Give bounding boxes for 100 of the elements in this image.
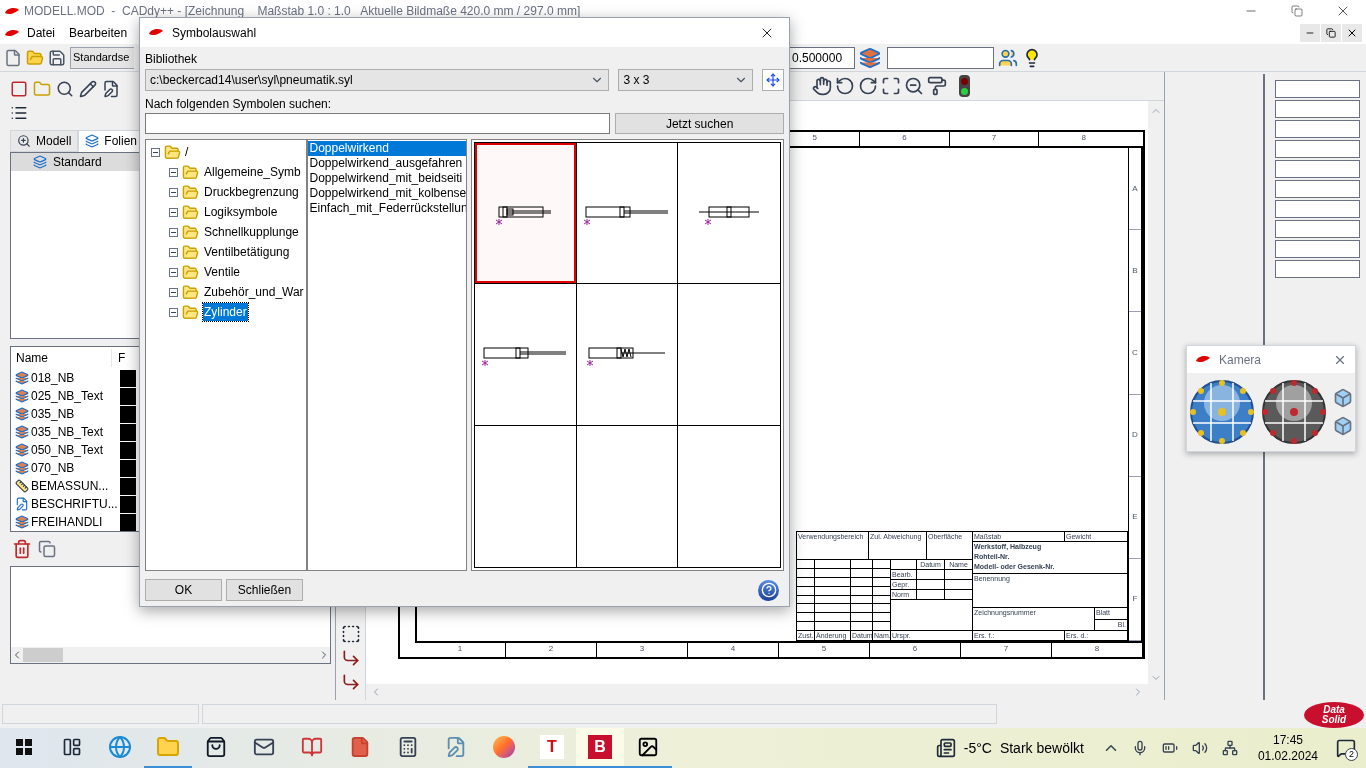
- list-icon[interactable]: [10, 104, 28, 122]
- layers-icon[interactable]: [15, 425, 29, 439]
- notifications-icon[interactable]: [1336, 738, 1356, 758]
- text-field[interactable]: [887, 46, 994, 69]
- collapse-toggle-icon[interactable]: [169, 307, 178, 317]
- property-slot[interactable]: [1275, 260, 1360, 278]
- column-header[interactable]: Name: [11, 349, 111, 367]
- property-slot[interactable]: [1275, 160, 1360, 178]
- new-file-icon[interactable]: [4, 48, 22, 67]
- tree-item[interactable]: Schnellkupplunge: [203, 223, 300, 241]
- scale-field[interactable]: 0.500000: [787, 46, 855, 69]
- property-slot[interactable]: [1275, 80, 1360, 98]
- tree-item[interactable]: Ventilbetätigung: [203, 243, 291, 261]
- layers-icon[interactable]: [15, 371, 29, 385]
- foil-name[interactable]: Standard: [53, 153, 102, 171]
- weather-text[interactable]: Stark bewölkt: [999, 737, 1084, 759]
- tree-item[interactable]: Druckbegrenzung: [203, 183, 300, 201]
- layer-name[interactable]: 050_NB_Text: [31, 441, 117, 459]
- temperature[interactable]: -5°C: [963, 737, 992, 759]
- clock-time[interactable]: 17:45: [1272, 732, 1303, 748]
- tree-item[interactable]: /: [185, 143, 189, 161]
- offset-icon[interactable]: [340, 624, 361, 644]
- layers-icon[interactable]: [15, 407, 29, 421]
- symbol-preview-cell[interactable]: [576, 284, 679, 426]
- camera-globe-icon[interactable]: [1189, 379, 1255, 445]
- symbol-preview-cell[interactable]: [474, 284, 577, 426]
- symbol-list-item[interactable]: Doppelwirkend_mit_beidseiti: [307, 171, 466, 186]
- collapse-toggle-icon[interactable]: [169, 287, 178, 297]
- collapse-toggle-icon[interactable]: [169, 187, 178, 197]
- delete-icon[interactable]: [12, 539, 32, 559]
- network-icon[interactable]: [1221, 740, 1238, 756]
- edit-icon[interactable]: [102, 80, 120, 98]
- battery-icon[interactable]: [1161, 740, 1178, 756]
- layer-name[interactable]: 025_NB_Text: [31, 387, 117, 405]
- property-slot[interactable]: [1275, 100, 1360, 118]
- layers-icon[interactable]: [15, 389, 29, 403]
- layer-color-swatch[interactable]: [120, 513, 136, 531]
- property-slot[interactable]: [1275, 220, 1360, 238]
- dialog-button[interactable]: OK: [145, 579, 222, 601]
- tree-item[interactable]: Allgemeine_Symb: [203, 163, 302, 181]
- zoom-extents-icon[interactable]: [881, 76, 901, 96]
- layer-color-swatch[interactable]: [120, 369, 136, 387]
- tree-item[interactable]: Logiksymbole: [203, 203, 279, 221]
- zoom-window-icon[interactable]: [904, 76, 924, 96]
- layers-icon[interactable]: [859, 46, 881, 69]
- layer-color-swatch[interactable]: [120, 441, 136, 459]
- restore-icon[interactable]: [1326, 28, 1336, 38]
- column-header[interactable]: F: [111, 349, 132, 367]
- menu-item[interactable]: Bearbeiten: [62, 24, 135, 42]
- notifications-button[interactable]: 2: [1326, 728, 1366, 768]
- search-button[interactable]: Jetzt suchen: [615, 113, 784, 134]
- layers-icon[interactable]: [15, 461, 29, 475]
- layer-color-swatch[interactable]: [120, 405, 136, 423]
- symbol-list-item[interactable]: Doppelwirkend_ausgefahren: [307, 156, 466, 171]
- layer-name[interactable]: FREIHANDLI: [31, 513, 117, 531]
- search-icon[interactable]: [56, 80, 74, 98]
- cube-icon[interactable]: [1333, 416, 1353, 436]
- save-icon[interactable]: [48, 48, 66, 67]
- restore-button[interactable]: [1321, 24, 1341, 42]
- users-folder-icon[interactable]: [998, 47, 1018, 68]
- layer-name[interactable]: 035_NB: [31, 405, 117, 423]
- traffic-light-icon[interactable]: [959, 75, 970, 97]
- style-dropdown[interactable]: Standardse: [70, 46, 134, 69]
- layers-icon[interactable]: [15, 515, 29, 529]
- tree-item[interactable]: Zylinder: [203, 303, 248, 321]
- frame-icon[interactable]: [10, 80, 28, 98]
- symbol-preview-cell[interactable]: [474, 143, 577, 285]
- property-slot[interactable]: [1275, 120, 1360, 138]
- layer-color-swatch[interactable]: [120, 459, 136, 477]
- property-slot[interactable]: [1275, 200, 1360, 218]
- dimension-icon[interactable]: [15, 479, 29, 493]
- symbol-preview-cell[interactable]: [576, 143, 679, 285]
- collapse-toggle-icon[interactable]: [151, 147, 160, 157]
- pencil-icon[interactable]: [79, 80, 97, 98]
- collapse-toggle-icon[interactable]: [169, 247, 178, 257]
- zoom-forward-icon[interactable]: [858, 76, 878, 96]
- property-slot[interactable]: [1275, 180, 1360, 198]
- paint-roller-icon[interactable]: [927, 76, 947, 96]
- layer-name[interactable]: BEMASSUN...: [31, 477, 117, 495]
- tree-item[interactable]: Zubehör_und_War: [203, 283, 305, 301]
- tree-item[interactable]: Ventile: [203, 263, 242, 281]
- cube-icon[interactable]: [1333, 388, 1353, 408]
- layer-name[interactable]: 018_NB: [31, 369, 117, 387]
- zoom-back-icon[interactable]: [835, 76, 855, 96]
- layer-color-swatch[interactable]: [120, 495, 136, 513]
- menu-item[interactable]: Datei: [20, 24, 62, 42]
- search-field[interactable]: [145, 113, 611, 134]
- layer-color-swatch[interactable]: [120, 423, 136, 441]
- symbol-list-item[interactable]: Doppelwirkend: [307, 141, 466, 156]
- taskbar-app[interactable]: B: [576, 728, 624, 768]
- label-icon[interactable]: [15, 497, 29, 511]
- volume-icon[interactable]: [1191, 740, 1208, 756]
- collapse-toggle-icon[interactable]: [169, 267, 178, 277]
- close-button[interactable]: [1342, 24, 1362, 42]
- panel-tab[interactable]: Modell: [10, 130, 79, 152]
- camera-globe-icon[interactable]: [1261, 379, 1327, 445]
- layer-name[interactable]: 035_NB_Text: [31, 423, 117, 441]
- layer-name[interactable]: BESCHRIFTU...: [31, 495, 117, 513]
- weather-icon[interactable]: [935, 738, 956, 758]
- layer-color-swatch[interactable]: [120, 387, 136, 405]
